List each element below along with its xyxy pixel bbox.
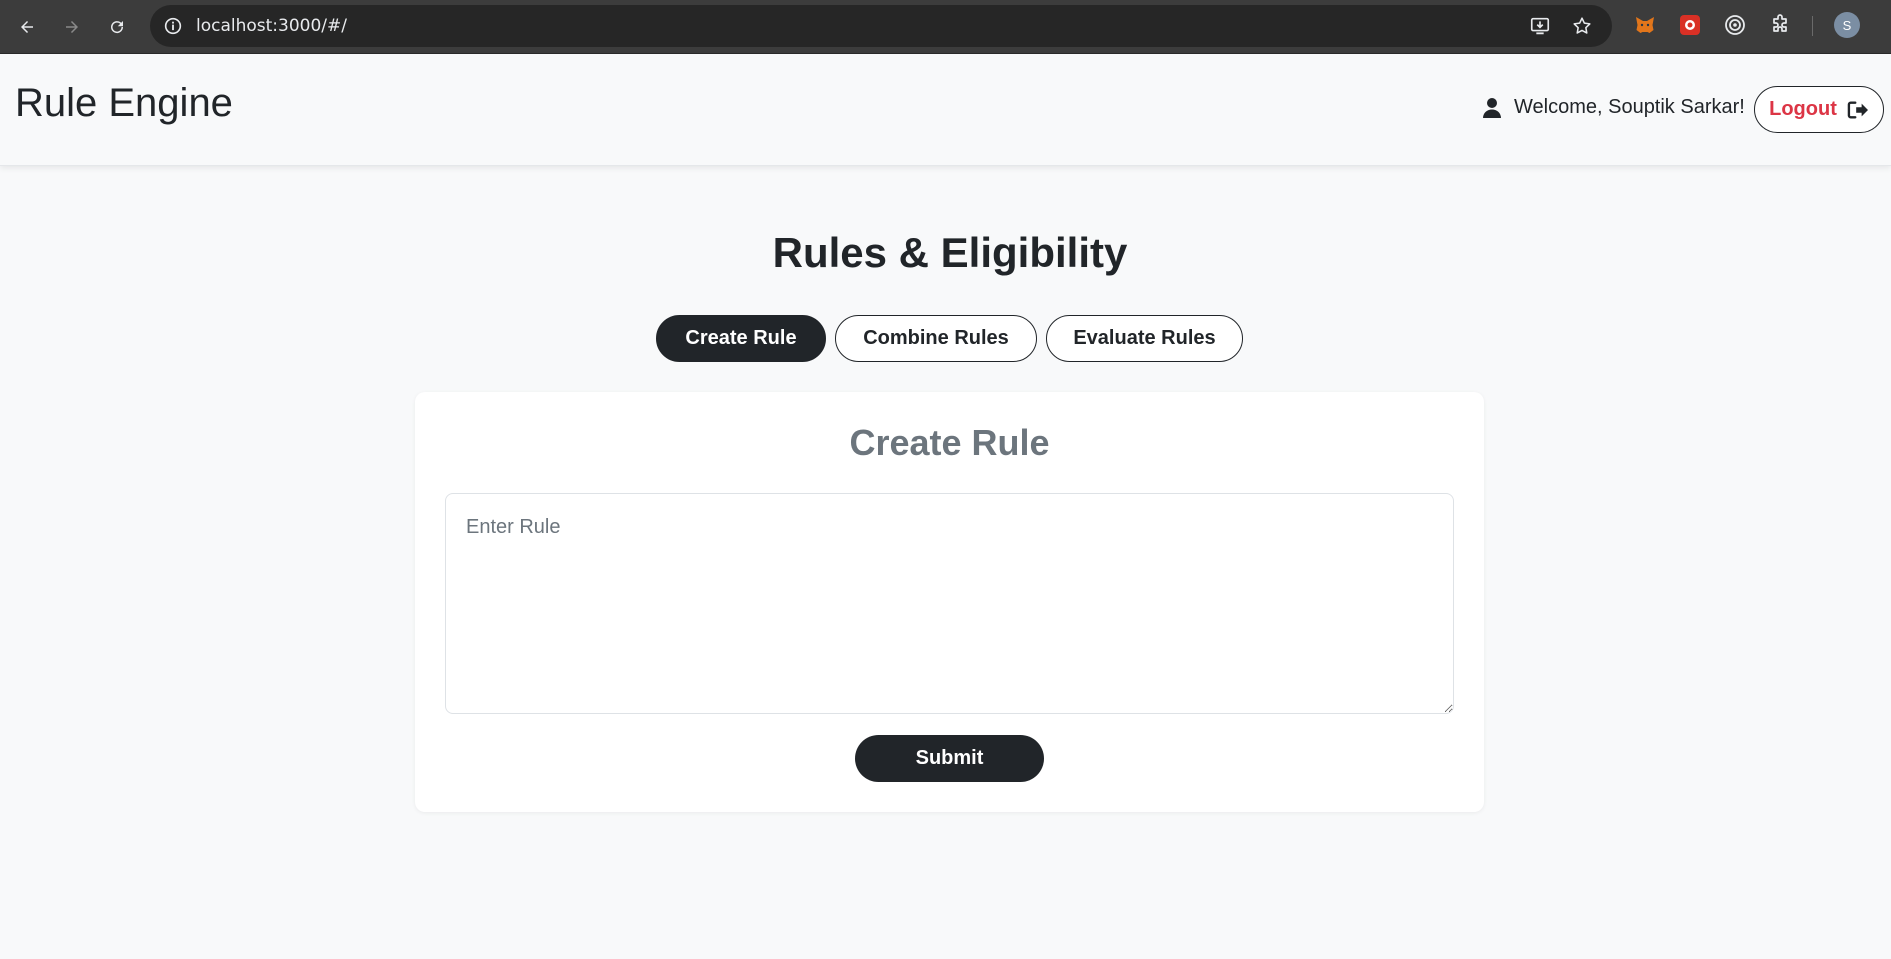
tab-combine-rules[interactable]: Combine Rules (835, 315, 1037, 362)
card-title: Create Rule (849, 422, 1050, 463)
profile-avatar[interactable]: S (1834, 12, 1860, 38)
extensions-puzzle-icon[interactable] (1767, 12, 1793, 38)
back-arrow-icon[interactable] (13, 13, 41, 41)
forward-arrow-icon[interactable] (58, 13, 86, 41)
brand-title[interactable]: Rule Engine (15, 81, 233, 126)
rule-tabs: Create Rule Combine Rules Evaluate Rules (0, 315, 1891, 362)
sign-out-icon (1847, 101, 1868, 118)
submit-button[interactable]: Submit (855, 735, 1044, 782)
toolbar-divider (1812, 16, 1813, 36)
logout-button[interactable]: Logout (1754, 86, 1884, 133)
logout-label: Logout (1769, 98, 1837, 120)
create-rule-card: Create Rule Submit (415, 392, 1484, 812)
install-app-icon[interactable] (1529, 15, 1551, 37)
target-extension-icon[interactable] (1722, 12, 1748, 38)
tab-create-rule[interactable]: Create Rule (656, 315, 826, 362)
reload-icon[interactable] (103, 13, 131, 41)
app-header: Rule Engine Welcome, Souptik Sarkar! Log… (0, 54, 1891, 166)
user-icon (1483, 97, 1501, 118)
welcome-message: Welcome, Souptik Sarkar! (1482, 96, 1745, 119)
page-title: Rules & Eligibility (772, 229, 1128, 276)
site-info-icon[interactable] (162, 15, 184, 37)
metamask-extension-icon[interactable] (1632, 12, 1658, 38)
red-extension-icon[interactable] (1677, 12, 1703, 38)
bookmark-star-icon[interactable] (1571, 15, 1593, 37)
address-bar[interactable]: localhost:3000/#/ (150, 5, 1612, 47)
browser-toolbar: localhost:3000/#/ S (0, 0, 1891, 54)
url-text[interactable]: localhost:3000/#/ (196, 16, 347, 36)
rule-input[interactable] (445, 493, 1454, 714)
tab-evaluate-rules[interactable]: Evaluate Rules (1046, 315, 1243, 362)
welcome-text: Welcome, Souptik Sarkar! (1514, 96, 1745, 118)
